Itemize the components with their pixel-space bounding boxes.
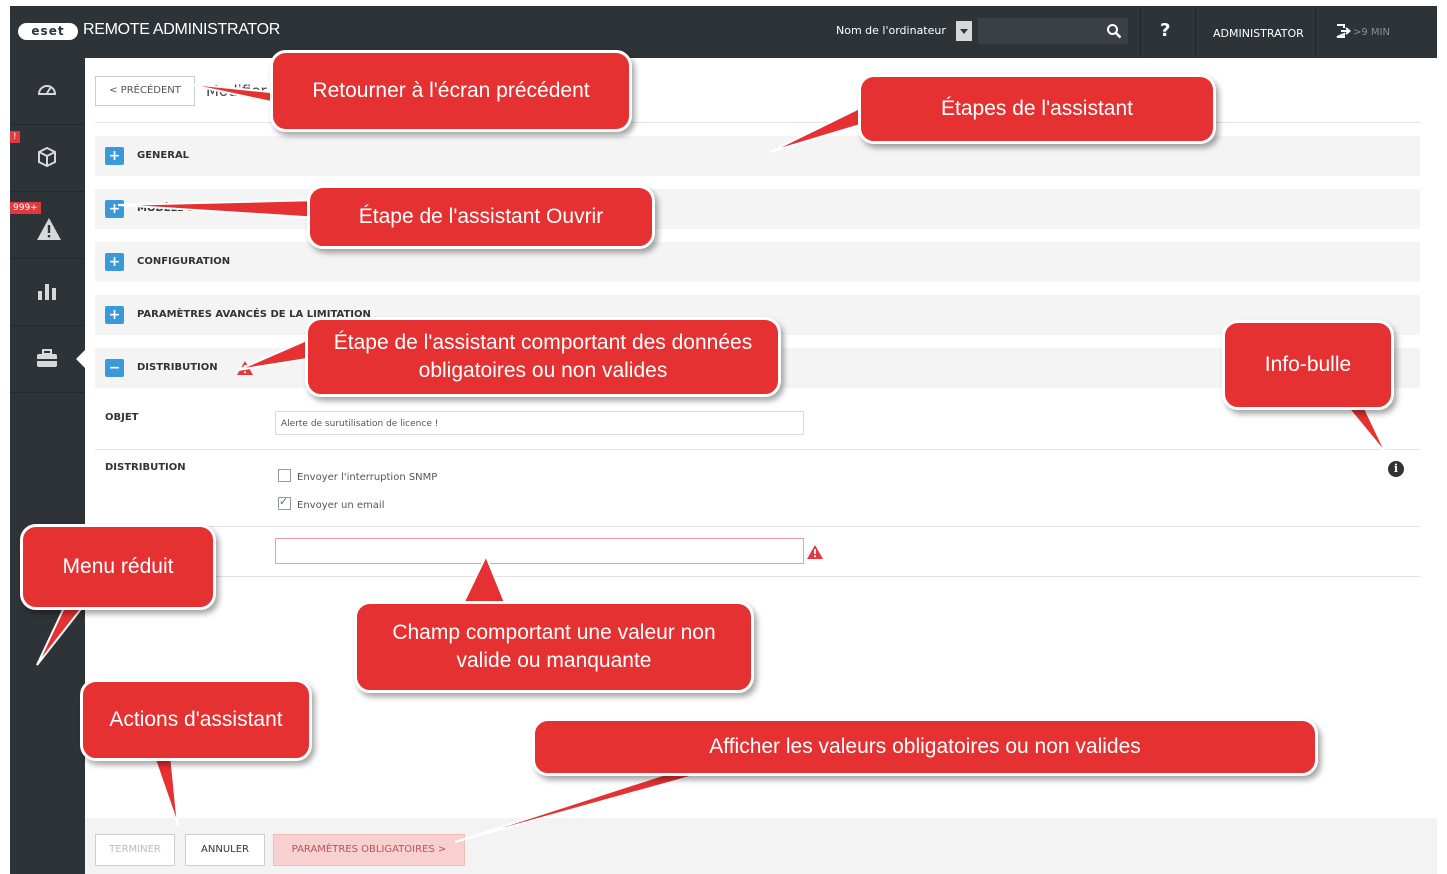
callout-invalid-step: Étape de l'assistant comportant des donn… (305, 317, 781, 397)
callout-tail-open-step (117, 198, 321, 220)
callout-invalid-field: Champ comportant une valeur non valide o… (354, 601, 754, 693)
callout-open-step: Étape de l'assistant Ouvrir (307, 185, 655, 249)
callout-collapsed-menu: Menu réduit (20, 524, 216, 610)
callout-wizard-steps: Étapes de l'assistant (858, 74, 1216, 144)
callout-show-required: Afficher les valeurs obligatoires ou non… (532, 718, 1318, 776)
callout-tooltip: Info-bulle (1222, 320, 1394, 410)
callout-back: Retourner à l'écran précédent (270, 50, 632, 132)
callout-wizard-actions: Actions d'assistant (80, 679, 312, 761)
